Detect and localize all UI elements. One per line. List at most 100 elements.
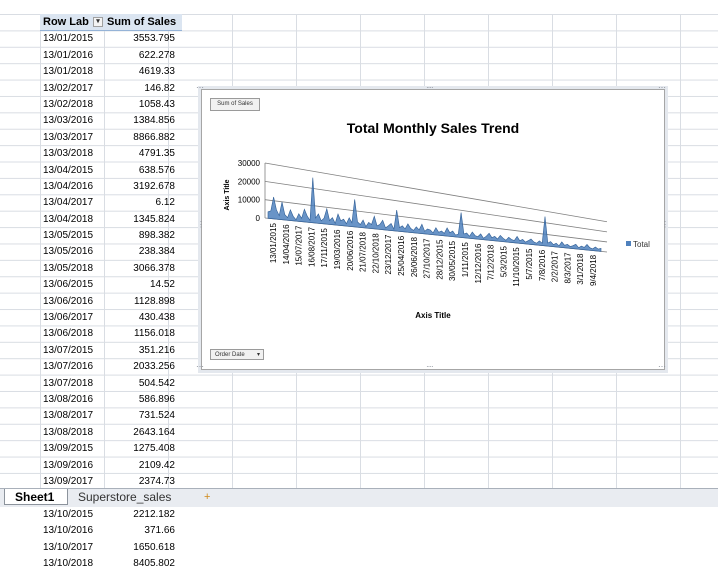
pivot-row[interactable]: 13/04/2017 6.12	[40, 195, 182, 211]
pivot-row[interactable]: 13/06/2016 1128.898	[40, 294, 182, 310]
row-label-cell[interactable]: 13/06/2016	[40, 294, 104, 310]
row-label-cell[interactable]: 13/08/2016	[40, 392, 104, 408]
sum-of-sales-cell[interactable]: 622.278	[104, 48, 180, 64]
pivot-row[interactable]: 13/10/2016 371.66	[40, 523, 182, 539]
sum-of-sales-cell[interactable]: 638.576	[104, 163, 180, 179]
sum-of-sales-cell[interactable]: 4791.35	[104, 146, 180, 162]
row-label-cell[interactable]: 13/01/2015	[40, 31, 104, 47]
sum-of-sales-header[interactable]: Sum of Sales	[104, 14, 180, 30]
pivot-row[interactable]: 13/08/2017 731.524	[40, 408, 182, 424]
row-label-cell[interactable]: 13/03/2017	[40, 130, 104, 146]
pivot-row[interactable]: 13/03/2018 4791.35	[40, 146, 182, 162]
pivot-chart[interactable]: ···· ···· ⋮ ⋮ ⋯ ⋯ ⋯ ⋯ Sum of Sales Total…	[196, 83, 669, 371]
pivot-row[interactable]: 13/03/2017 8866.882	[40, 130, 182, 146]
sum-of-sales-cell[interactable]: 2643.164	[104, 425, 180, 441]
pivot-row[interactable]: 13/10/2018 8405.802	[40, 556, 182, 572]
row-label-cell[interactable]: 13/03/2018	[40, 146, 104, 162]
sum-of-sales-cell[interactable]: 504.542	[104, 376, 180, 392]
row-label-cell[interactable]: 13/01/2018	[40, 64, 104, 80]
pivot-row[interactable]: 13/04/2018 1345.824	[40, 212, 182, 228]
sum-of-sales-cell[interactable]: 731.524	[104, 408, 180, 424]
row-label-cell[interactable]: 13/10/2015	[40, 507, 104, 523]
sum-of-sales-cell[interactable]: 8405.802	[104, 556, 180, 572]
pivot-row[interactable]: 13/04/2015 638.576	[40, 163, 182, 179]
pivot-row[interactable]: 13/07/2015 351.216	[40, 343, 182, 359]
row-label-cell[interactable]: 13/10/2017	[40, 540, 104, 556]
row-label-cell[interactable]: 13/02/2018	[40, 97, 104, 113]
row-label-cell[interactable]: 13/08/2018	[40, 425, 104, 441]
row-label-cell[interactable]: 13/07/2015	[40, 343, 104, 359]
sum-of-sales-cell[interactable]: 2212.182	[104, 507, 180, 523]
sum-of-sales-cell[interactable]: 4619.33	[104, 64, 180, 80]
pivot-row[interactable]: 13/05/2016 238.384	[40, 244, 182, 260]
pivot-row[interactable]: 13/01/2016 622.278	[40, 48, 182, 64]
row-label-cell[interactable]: 13/02/2017	[40, 81, 104, 97]
sum-of-sales-cell[interactable]: 3192.678	[104, 179, 180, 195]
sum-of-sales-cell[interactable]: 2033.256	[104, 359, 180, 375]
pivot-row[interactable]: 13/09/2016 2109.42	[40, 458, 182, 474]
tab-sheet1[interactable]: Sheet1	[4, 489, 68, 505]
row-label-cell[interactable]: 13/05/2015	[40, 228, 104, 244]
pivot-row[interactable]: 13/09/2015 1275.408	[40, 441, 182, 457]
sum-of-sales-cell[interactable]: 371.66	[104, 523, 180, 539]
pivot-row[interactable]: 13/03/2016 1384.856	[40, 113, 182, 129]
row-label-cell[interactable]: 13/06/2017	[40, 310, 104, 326]
row-label-cell[interactable]: 13/04/2016	[40, 179, 104, 195]
pivot-row[interactable]: 13/08/2016 586.896	[40, 392, 182, 408]
sum-of-sales-cell[interactable]: 586.896	[104, 392, 180, 408]
pivot-row[interactable]: 13/06/2017 430.438	[40, 310, 182, 326]
pivot-row[interactable]: 13/06/2018 1156.018	[40, 326, 182, 342]
row-label-cell[interactable]: 13/10/2016	[40, 523, 104, 539]
row-label-cell[interactable]: 13/10/2018	[40, 556, 104, 572]
row-label-cell[interactable]: 13/04/2018	[40, 212, 104, 228]
pivot-row[interactable]: 13/06/2015 14.52	[40, 277, 182, 293]
row-label-cell[interactable]: 13/09/2015	[40, 441, 104, 457]
sum-of-sales-cell[interactable]: 430.438	[104, 310, 180, 326]
sum-of-sales-cell[interactable]: 1058.43	[104, 97, 180, 113]
row-label-cell[interactable]: 13/09/2016	[40, 458, 104, 474]
pivot-row[interactable]: 13/07/2016 2033.256	[40, 359, 182, 375]
sum-of-sales-cell[interactable]: 3066.378	[104, 261, 180, 277]
row-label-cell[interactable]: 13/04/2017	[40, 195, 104, 211]
insert-sheet-icon[interactable]: +	[194, 489, 216, 505]
pivot-row[interactable]: 13/07/2018 504.542	[40, 376, 182, 392]
sum-of-sales-cell[interactable]: 238.384	[104, 244, 180, 260]
row-label-cell[interactable]: 13/05/2018	[40, 261, 104, 277]
sum-of-sales-cell[interactable]: 2109.42	[104, 458, 180, 474]
row-label-cell[interactable]: 13/04/2015	[40, 163, 104, 179]
pivot-row[interactable]: 13/02/2018 1058.43	[40, 97, 182, 113]
order-date-filter-button[interactable]: Order Date ▾	[210, 349, 264, 360]
sum-of-sales-cell[interactable]: 898.382	[104, 228, 180, 244]
row-label-cell[interactable]: 13/07/2018	[40, 376, 104, 392]
row-label-cell[interactable]: 13/01/2016	[40, 48, 104, 64]
sum-of-sales-cell[interactable]: 1650.618	[104, 540, 180, 556]
pivot-row[interactable]: 13/08/2018 2643.164	[40, 425, 182, 441]
pivot-row[interactable]: 13/10/2017 1650.618	[40, 540, 182, 556]
pivot-row[interactable]: 13/05/2018 3066.378	[40, 261, 182, 277]
tab-superstore-sales[interactable]: Superstore_sales	[68, 489, 186, 505]
sum-of-sales-cell[interactable]: 6.12	[104, 195, 180, 211]
sum-of-sales-cell[interactable]: 1275.408	[104, 441, 180, 457]
pivot-row[interactable]: 13/05/2015 898.382	[40, 228, 182, 244]
pivot-row[interactable]: 13/04/2016 3192.678	[40, 179, 182, 195]
pivot-row[interactable]: 13/01/2015 3553.795	[40, 31, 182, 47]
sum-of-sales-cell[interactable]: 8866.882	[104, 130, 180, 146]
sum-of-sales-cell[interactable]: 1128.898	[104, 294, 180, 310]
row-labels-filter-dropdown[interactable]: ▾	[93, 17, 103, 27]
sum-of-sales-cell[interactable]: 1384.856	[104, 113, 180, 129]
sum-of-sales-cell[interactable]: 3553.795	[104, 31, 180, 47]
sum-of-sales-cell[interactable]: 146.82	[104, 81, 180, 97]
sum-of-sales-cell[interactable]: 1345.824	[104, 212, 180, 228]
row-label-cell[interactable]: 13/05/2016	[40, 244, 104, 260]
row-label-cell[interactable]: 13/03/2016	[40, 113, 104, 129]
row-label-cell[interactable]: 13/06/2015	[40, 277, 104, 293]
pivot-row[interactable]: 13/01/2018 4619.33	[40, 64, 182, 80]
row-label-cell[interactable]: 13/07/2016	[40, 359, 104, 375]
row-label-cell[interactable]: 13/08/2017	[40, 408, 104, 424]
sum-of-sales-cell[interactable]: 1156.018	[104, 326, 180, 342]
row-label-cell[interactable]: 13/06/2018	[40, 326, 104, 342]
row-labels-header[interactable]: Row Lab ▾	[40, 14, 104, 30]
pivot-row[interactable]: 13/10/2015 2212.182	[40, 507, 182, 523]
sum-of-sales-cell[interactable]: 14.52	[104, 277, 180, 293]
sum-of-sales-cell[interactable]: 351.216	[104, 343, 180, 359]
